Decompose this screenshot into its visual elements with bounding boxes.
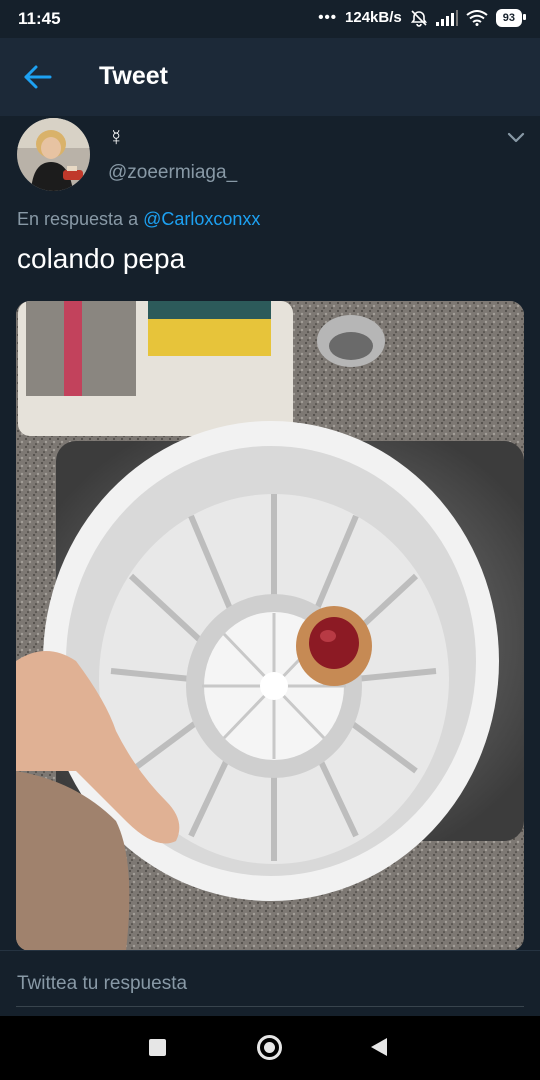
network-speed: 124kB/s xyxy=(345,9,402,26)
back-triangle-icon[interactable] xyxy=(371,1038,387,1056)
avatar[interactable] xyxy=(17,118,90,191)
status-bar: 11:45 ••• 124kB/s 93 xyxy=(0,0,540,38)
reply-underline xyxy=(16,1006,524,1007)
battery-level: 93 xyxy=(495,9,522,27)
notification-dots: ••• xyxy=(318,9,338,26)
wifi-icon xyxy=(466,9,488,26)
arrow-left-icon[interactable] xyxy=(22,62,54,92)
reply-input[interactable]: Twittea tu respuesta xyxy=(17,973,187,995)
system-nav-bar xyxy=(0,1016,540,1080)
top-app-bar: Tweet xyxy=(0,38,540,116)
reply-mention-link[interactable]: @Carloxconxx xyxy=(143,209,260,229)
photo-image xyxy=(16,301,524,951)
reply-context: En respuesta a @Carloxconxx xyxy=(17,209,260,230)
reply-bar: Twittea tu respuesta xyxy=(0,950,540,1016)
home-circle-icon[interactable] xyxy=(257,1035,282,1060)
chevron-down-icon[interactable] xyxy=(506,130,526,146)
page-title: Tweet xyxy=(99,62,168,90)
signal-icon xyxy=(435,9,458,26)
status-time: 11:45 xyxy=(18,9,61,28)
avatar-image xyxy=(17,118,90,191)
display-name[interactable]: ☿ xyxy=(108,125,125,151)
battery-icon: 93 xyxy=(495,8,527,27)
reply-prefix: En respuesta a xyxy=(17,209,144,229)
recents-square-icon[interactable] xyxy=(149,1039,166,1056)
tweet-text: colando pepa xyxy=(17,243,186,274)
tweet-photo[interactable] xyxy=(16,301,524,951)
alarm-off-icon xyxy=(410,9,427,27)
username[interactable]: @zoeermiaga_ xyxy=(108,162,237,184)
status-icons: ••• 124kB/s 93 xyxy=(318,8,527,27)
